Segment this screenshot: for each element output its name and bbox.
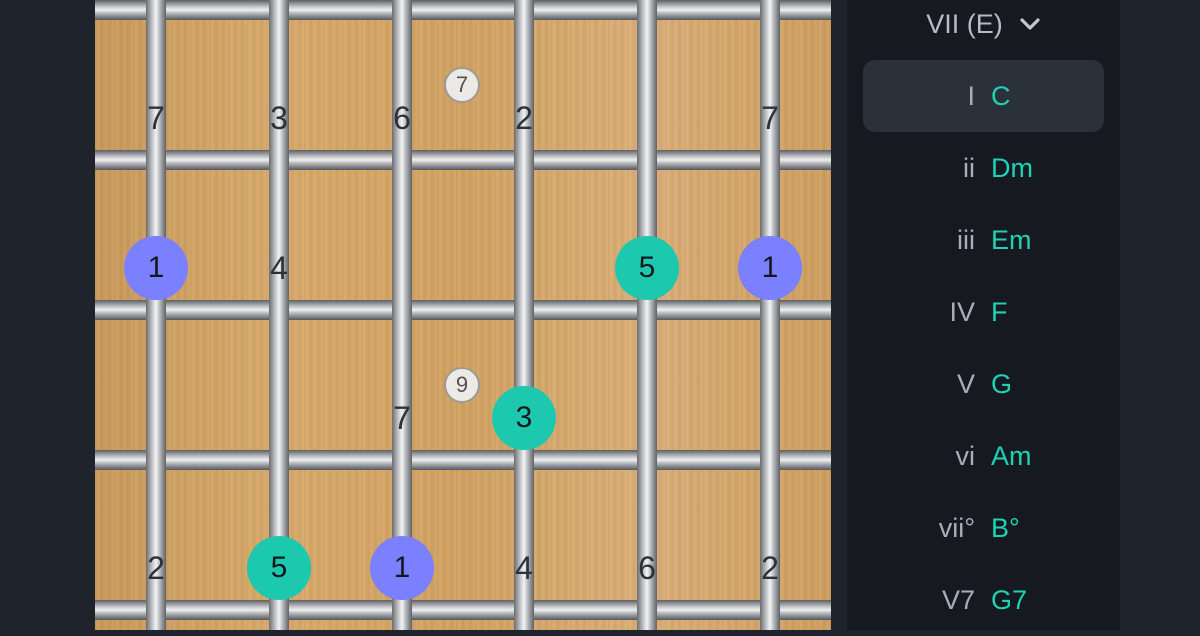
scale-degree-label: 4 (270, 249, 288, 286)
chord-tone-dot[interactable]: 5 (615, 236, 679, 300)
chord-tone-dot-root[interactable]: 1 (738, 236, 802, 300)
chord-name: F (991, 296, 1008, 327)
right-gutter (1120, 0, 1200, 630)
scale-degree-label: 6 (393, 99, 411, 136)
fret-marker-inlay: 9 (444, 367, 480, 403)
fret-wire (95, 0, 831, 20)
chord-row-iii[interactable]: iii Em (863, 204, 1104, 276)
scale-degree-label: 2 (515, 99, 533, 136)
fret-wire (95, 150, 831, 170)
chord-roman-numeral: vii° (938, 512, 975, 543)
scale-degree-label: 7 (393, 399, 411, 436)
mode-select-value: VII (E) (926, 8, 1003, 39)
scale-degree-label: 6 (638, 549, 656, 586)
chord-roman-numeral: IV (949, 296, 975, 327)
chord-roman-numeral: iii (957, 224, 975, 255)
scale-degree-label: 3 (270, 99, 288, 136)
chord-name: Dm (991, 152, 1033, 183)
chevron-down-icon (1019, 17, 1041, 31)
string (760, 0, 780, 630)
panel-divider-gap (831, 0, 847, 630)
chord-roman-numeral: ii (963, 152, 975, 183)
chord-row-V[interactable]: V G (863, 348, 1104, 420)
chord-panel: VII (E) I C ii Dm iii Em IV F V G vi Am … (847, 0, 1120, 630)
chord-roman-numeral: V (956, 368, 975, 399)
chord-roman-numeral: V7 (941, 584, 975, 615)
fret-wire (95, 450, 831, 470)
chord-row-vii-dim[interactable]: vii° B° (863, 492, 1104, 564)
fret-wire (95, 300, 831, 320)
chord-roman-numeral: vi (955, 440, 976, 471)
fretboard[interactable]: 7 9 7 3 6 2 7 4 7 2 4 6 2 1 5 1 3 5 1 (95, 0, 831, 630)
scale-degree-label: 2 (761, 549, 779, 586)
scale-degree-label: 2 (147, 549, 165, 586)
string (514, 0, 534, 630)
scale-degree-label: 7 (147, 99, 165, 136)
scale-degree-label: 4 (515, 549, 533, 586)
chord-row-V7[interactable]: V7 G7 (863, 564, 1104, 636)
chord-roman-numeral: I (967, 80, 975, 111)
chord-tone-dot[interactable]: 3 (492, 386, 556, 450)
chord-name: B° (991, 512, 1020, 543)
string (637, 0, 657, 630)
chord-name: Em (991, 224, 1032, 255)
chord-row-vi[interactable]: vi Am (863, 420, 1104, 492)
mode-select-dropdown[interactable]: VII (E) (847, 0, 1120, 48)
string (146, 0, 166, 630)
chord-tone-dot[interactable]: 5 (247, 536, 311, 600)
chord-row-ii[interactable]: ii Dm (863, 132, 1104, 204)
chord-row-I[interactable]: I C (863, 60, 1104, 132)
chord-row-IV[interactable]: IV F (863, 276, 1104, 348)
scale-degree-label: 7 (761, 99, 779, 136)
chord-name: G (991, 368, 1013, 399)
fret-marker-inlay: 7 (444, 67, 480, 103)
chord-name: C (991, 80, 1011, 111)
chord-tone-dot-root[interactable]: 1 (370, 536, 434, 600)
left-gutter (0, 0, 95, 630)
chord-name: G7 (991, 584, 1028, 615)
chord-tone-dot-root[interactable]: 1 (124, 236, 188, 300)
fret-wire (95, 600, 831, 620)
chord-name: Am (991, 440, 1032, 471)
